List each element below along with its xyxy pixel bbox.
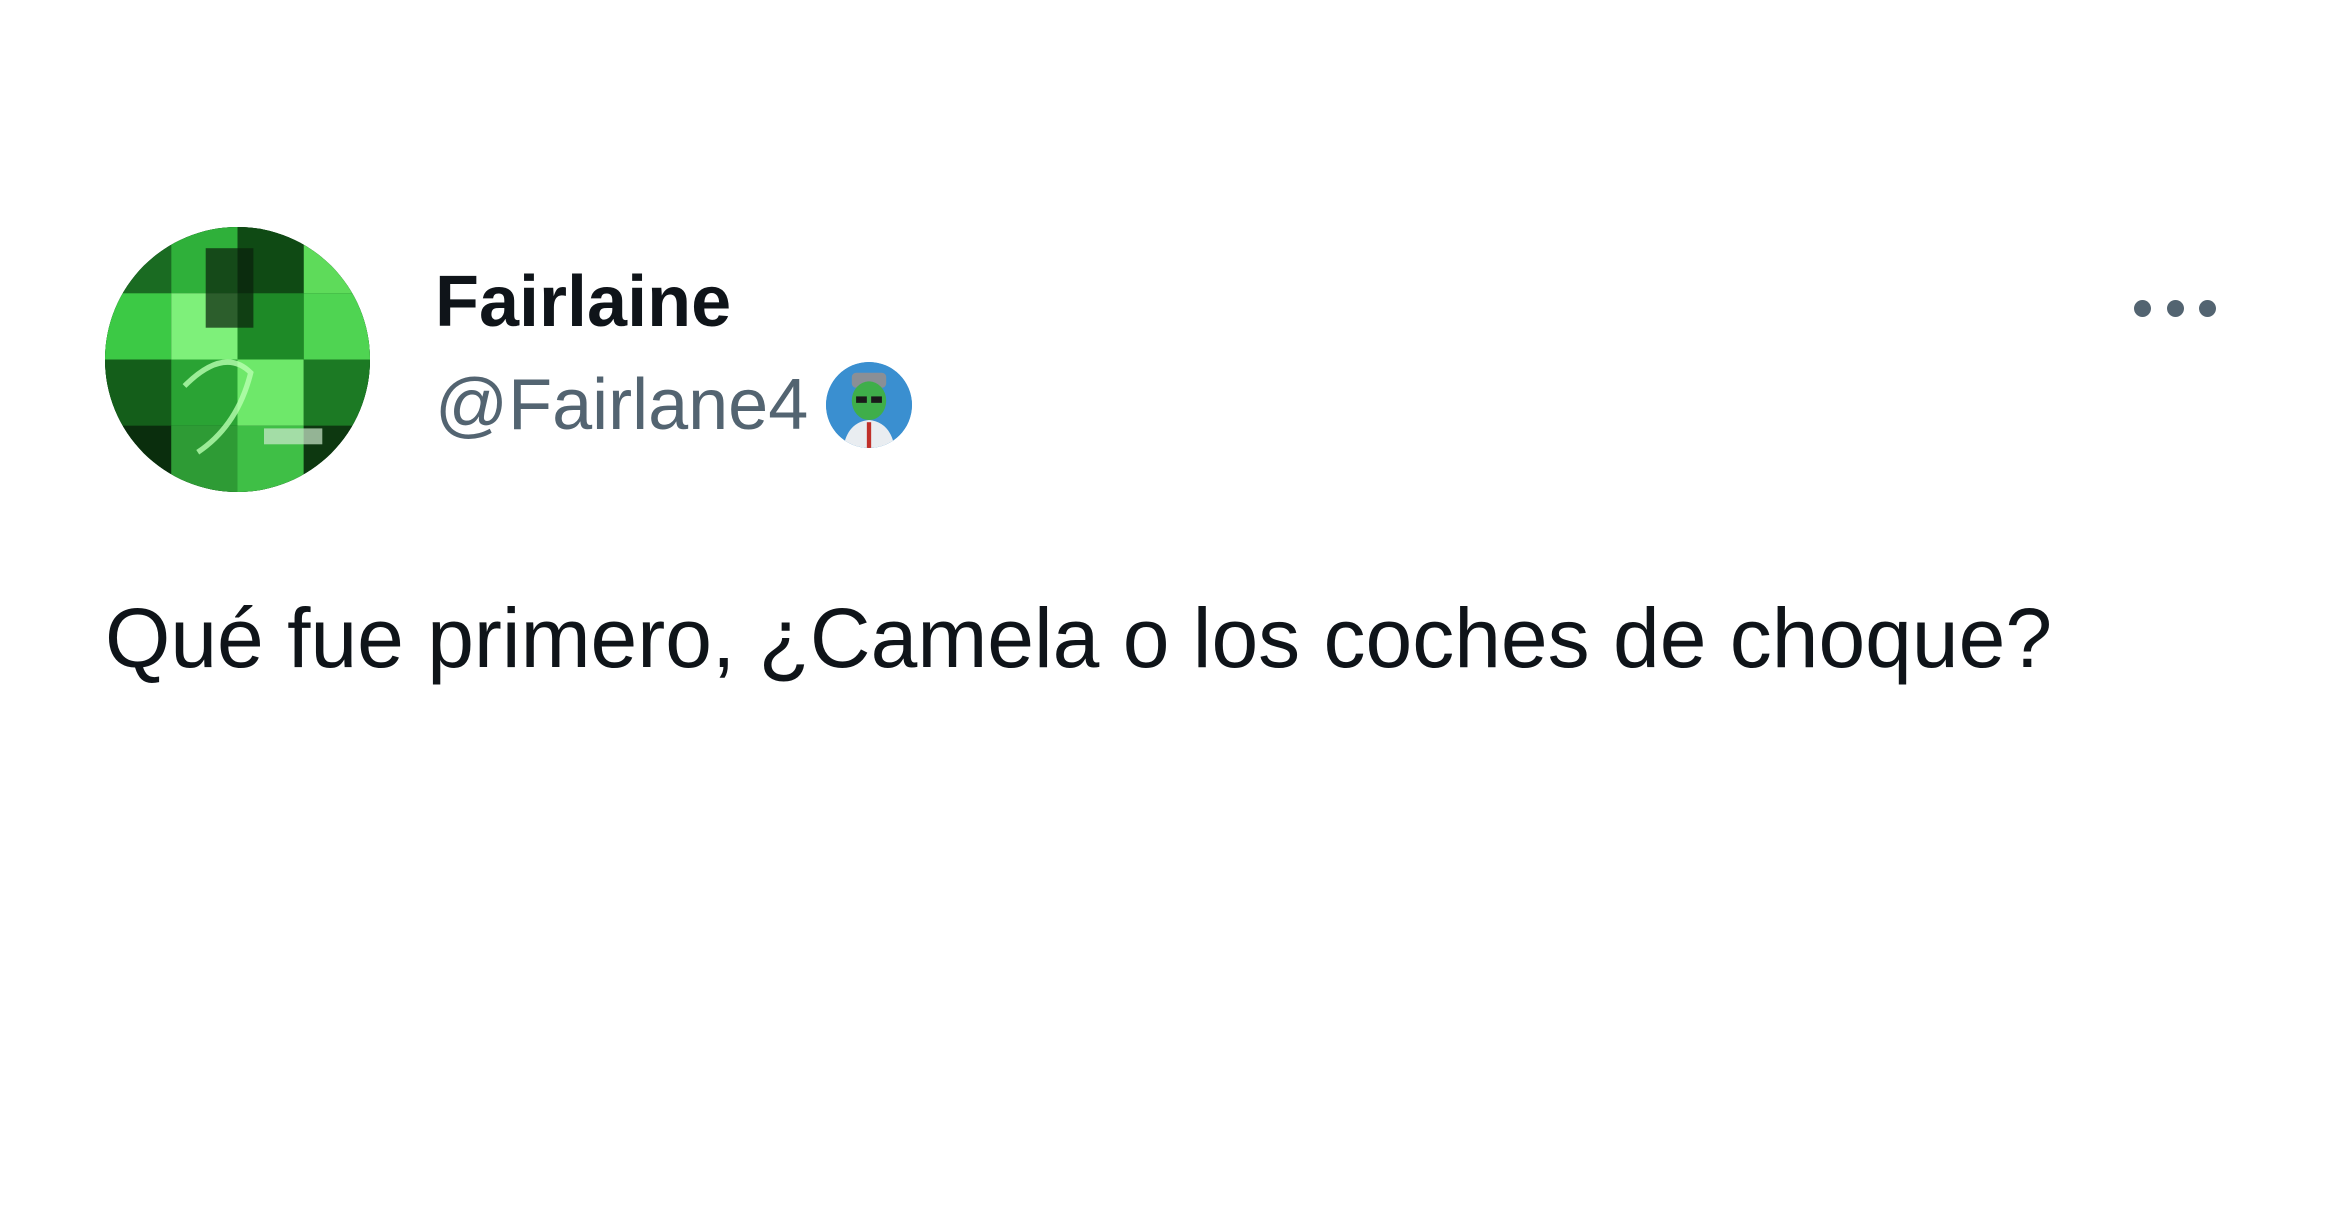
more-options-button[interactable] (2128, 288, 2222, 328)
author-handle[interactable]: @Fairlane4 (435, 365, 808, 445)
more-dot-icon (2166, 299, 2184, 317)
avatar-image-icon (105, 227, 370, 492)
affiliate-badge-icon[interactable] (826, 362, 913, 448)
tweet-card: Fairlaine @Fairlane4 Qué fue primero, ¿C… (0, 0, 2350, 1230)
badge-portrait-icon (826, 362, 913, 448)
more-dot-icon (2134, 299, 2151, 317)
user-avatar[interactable] (105, 227, 370, 492)
author-display-name[interactable]: Fairlaine (435, 262, 731, 342)
author-handle-row: @Fairlane4 (435, 360, 913, 450)
more-dot-icon (2199, 299, 2216, 317)
tweet-text: Qué fue primero, ¿Camela o los coches de… (105, 591, 2053, 685)
